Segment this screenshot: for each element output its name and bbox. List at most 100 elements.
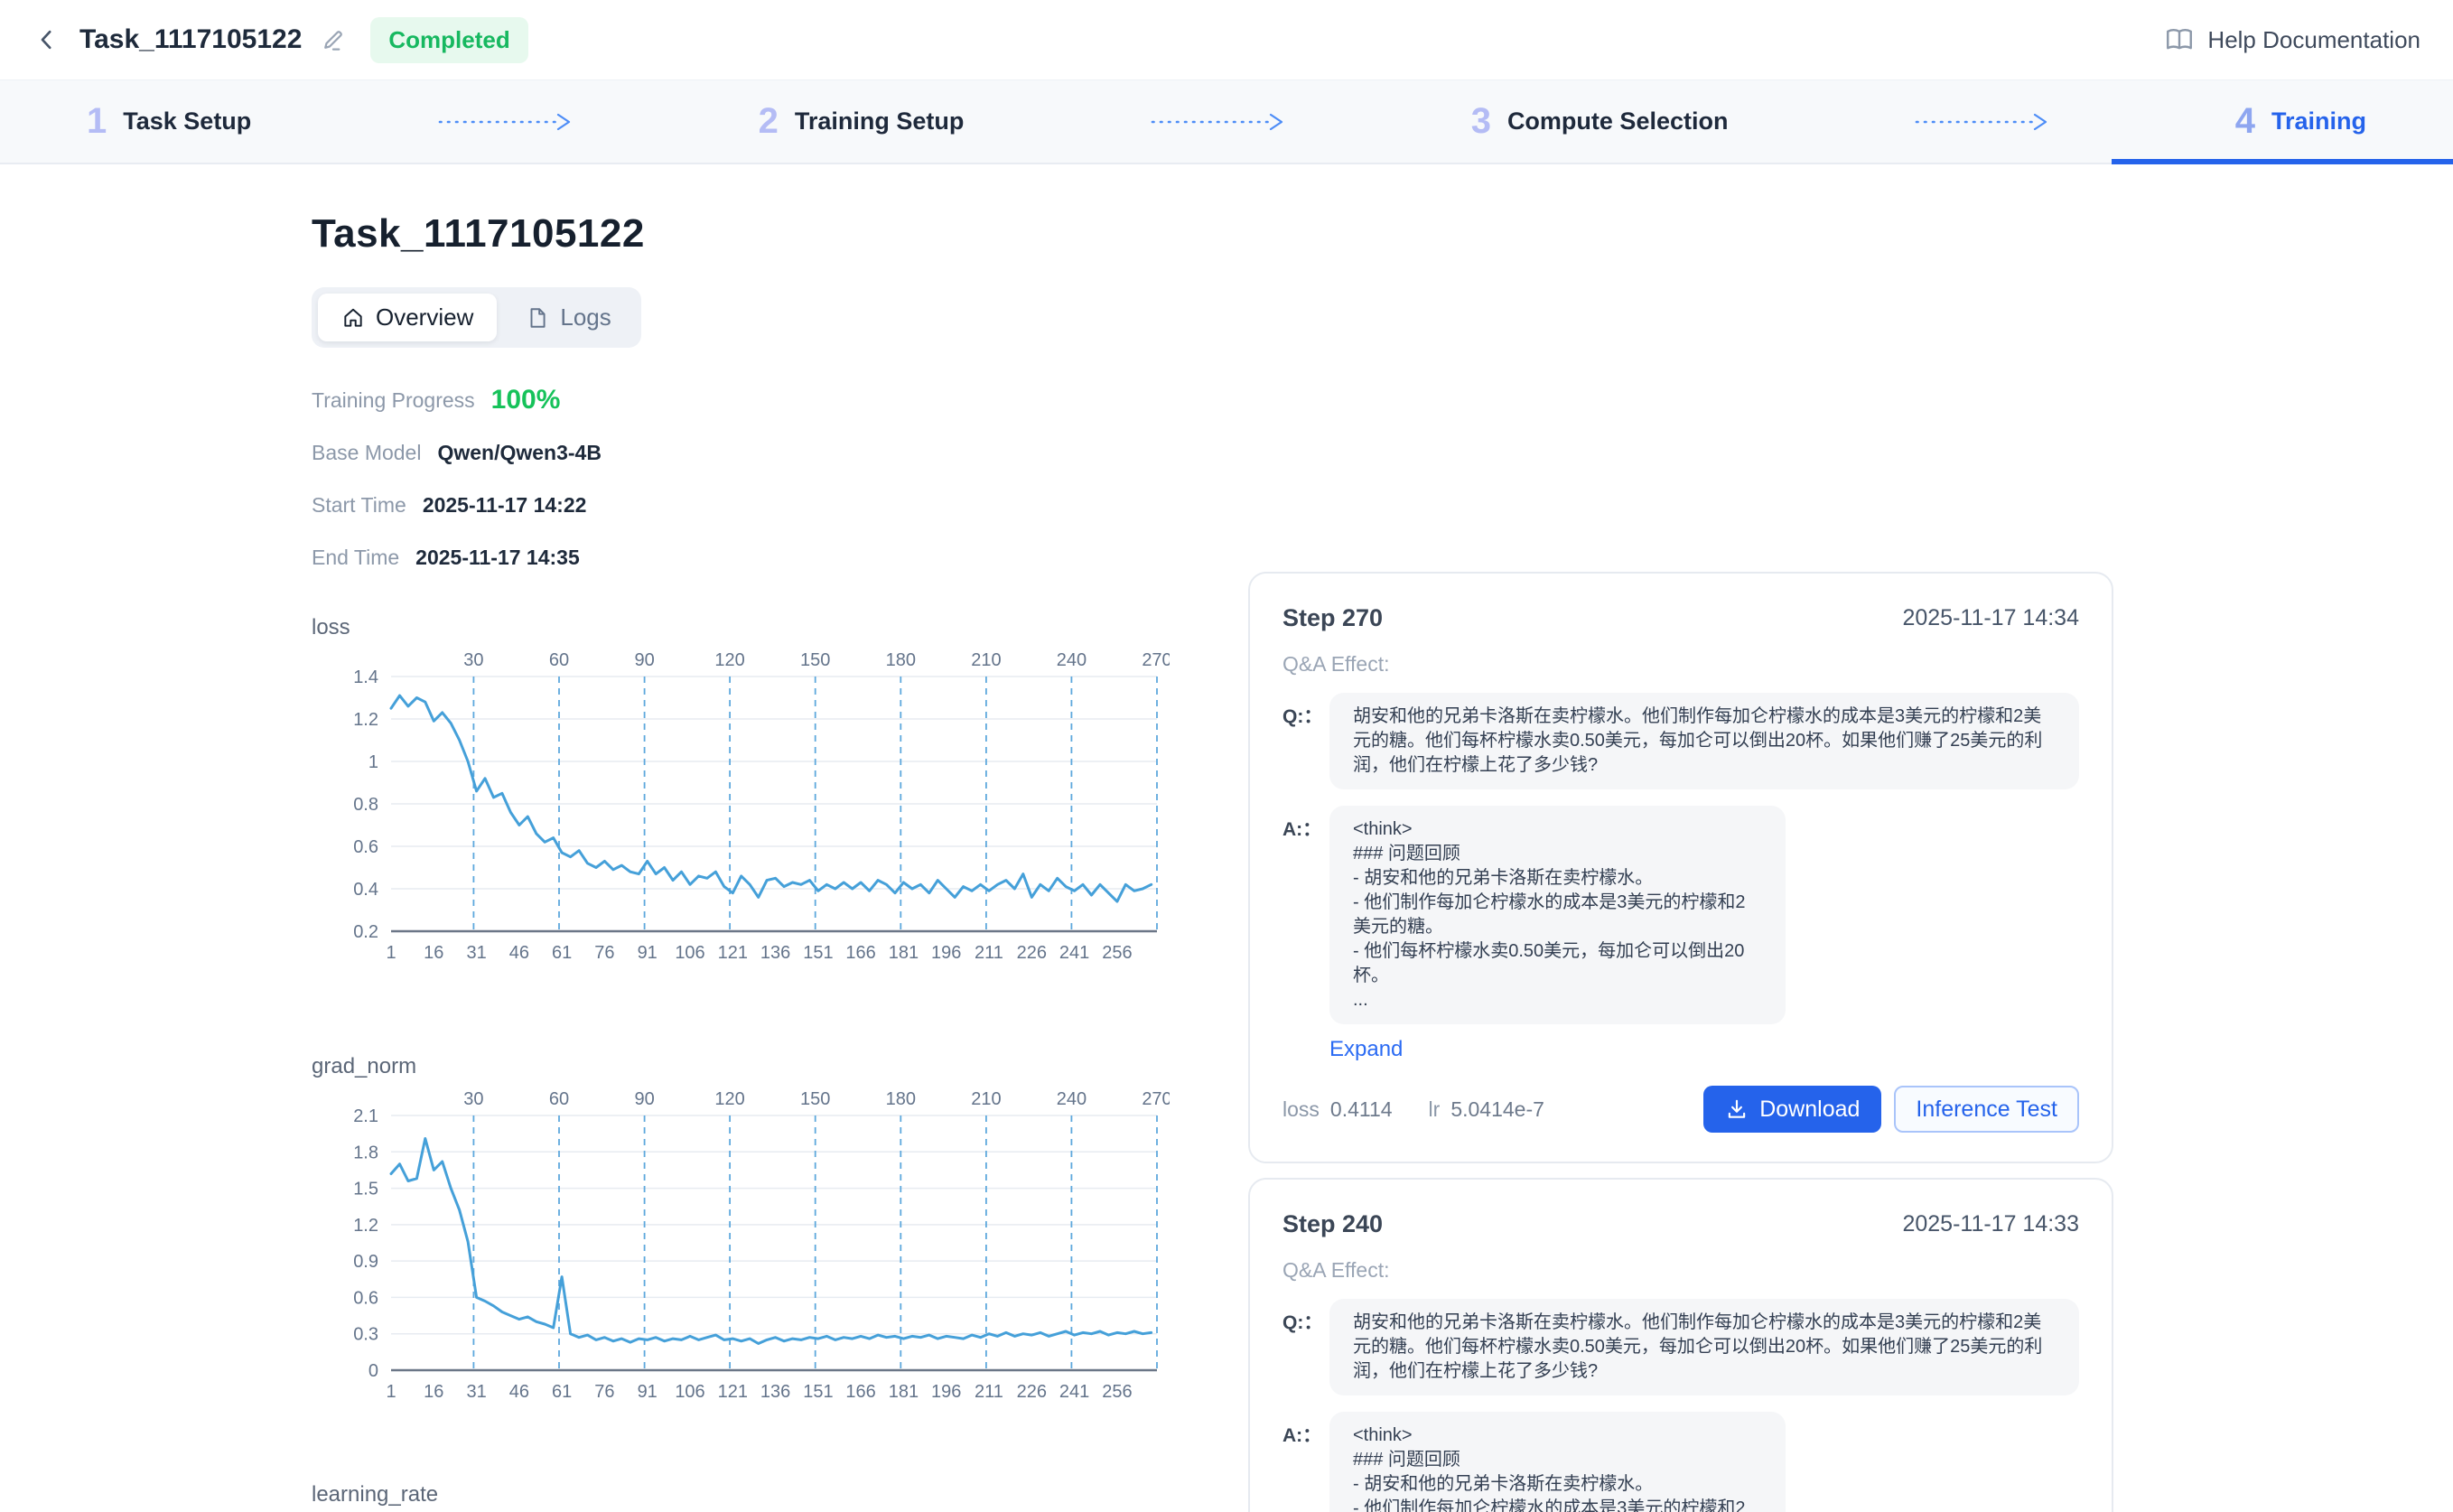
svg-text:121: 121 [718, 1382, 748, 1402]
tab-overview-label: Overview [376, 303, 473, 331]
svg-text:270: 270 [1142, 650, 1170, 670]
step-number: 2 [759, 101, 779, 142]
svg-text:240: 240 [1057, 1089, 1087, 1109]
svg-text:30: 30 [463, 1089, 483, 1109]
grad-norm-chart-title: grad_norm [312, 1054, 1170, 1079]
checkpoint-card-step-270: Step 270 2025-11-17 14:34 Q&A Effect: Q:… [1248, 572, 2113, 1163]
home-icon [341, 306, 365, 330]
svg-text:196: 196 [931, 943, 961, 963]
svg-text:166: 166 [845, 943, 875, 963]
answer-key: A:： [1282, 806, 1329, 842]
lr-metric-value: 5.0414e-7 [1450, 1097, 1544, 1122]
loss-metric-value: 0.4114 [1330, 1097, 1393, 1122]
svg-text:211: 211 [975, 1382, 1003, 1402]
svg-text:46: 46 [509, 943, 529, 963]
step-task-setup[interactable]: 1 Task Setup [87, 101, 251, 142]
svg-text:60: 60 [549, 1089, 569, 1109]
overview-logs-tabs: Overview Logs [312, 287, 641, 348]
svg-text:76: 76 [594, 1382, 614, 1402]
step-label: Compute Selection [1507, 107, 1729, 135]
svg-text:61: 61 [552, 1382, 572, 1402]
qa-effect-label: Q&A Effect: [1282, 1258, 2079, 1283]
start-time-value: 2025-11-17 14:22 [423, 493, 587, 518]
svg-text:181: 181 [889, 943, 919, 963]
loss-chart: 1.41.210.80.60.40.2306090120150180210240… [312, 644, 1170, 971]
back-button[interactable] [27, 20, 67, 60]
svg-text:60: 60 [549, 650, 569, 670]
svg-text:240: 240 [1057, 650, 1087, 670]
tab-logs-label: Logs [560, 303, 611, 331]
svg-text:16: 16 [424, 1382, 443, 1402]
training-progress-value: 100% [491, 385, 561, 415]
svg-text:31: 31 [466, 943, 486, 963]
svg-text:120: 120 [714, 650, 744, 670]
inference-test-button-label: Inference Test [1916, 1097, 2057, 1123]
svg-text:1.2: 1.2 [353, 1216, 378, 1236]
question-key: Q:： [1282, 1299, 1329, 1335]
expand-link[interactable]: Expand [1329, 1037, 1403, 1062]
step-label: Task Setup [123, 107, 251, 135]
svg-text:256: 256 [1102, 943, 1132, 963]
step-number: 4 [2235, 101, 2255, 142]
loss-chart-title: loss [312, 615, 1170, 640]
tab-overview[interactable]: Overview [318, 294, 497, 341]
step-training[interactable]: 4 Training [2235, 101, 2366, 142]
svg-text:181: 181 [889, 1382, 919, 1402]
book-icon [2164, 24, 2195, 55]
svg-text:136: 136 [760, 943, 790, 963]
download-button[interactable]: Download [1703, 1086, 1881, 1133]
download-button-label: Download [1759, 1097, 1860, 1123]
svg-text:150: 150 [800, 1089, 830, 1109]
svg-text:151: 151 [803, 1382, 833, 1402]
svg-text:91: 91 [638, 943, 658, 963]
learning-rate-chart-title: learning_rate [312, 1482, 1170, 1507]
svg-text:1.2: 1.2 [353, 710, 378, 730]
svg-text:1: 1 [386, 1382, 396, 1402]
step-label: Training [2271, 107, 2366, 135]
svg-text:210: 210 [971, 1089, 1001, 1109]
svg-text:241: 241 [1059, 943, 1089, 963]
status-badge: Completed [370, 17, 527, 63]
inference-test-button[interactable]: Inference Test [1894, 1086, 2079, 1133]
svg-text:150: 150 [800, 650, 830, 670]
info-row-start-time: Start Time 2025-11-17 14:22 [312, 489, 1170, 521]
question-bubble: 胡安和他的兄弟卡洛斯在卖柠檬水。他们制作每加仑柠檬水的成本是3美元的柠檬和2美元… [1329, 693, 2079, 789]
question-bubble: 胡安和他的兄弟卡洛斯在卖柠檬水。他们制作每加仑柠檬水的成本是3美元的柠檬和2美元… [1329, 1299, 2079, 1395]
step-compute-selection[interactable]: 3 Compute Selection [1471, 101, 1729, 142]
topbar-task-title: Task_1117105122 [79, 24, 302, 55]
svg-text:2.1: 2.1 [353, 1106, 378, 1126]
svg-text:210: 210 [971, 650, 1001, 670]
svg-text:226: 226 [1017, 943, 1047, 963]
loss-metric-label: loss [1282, 1097, 1320, 1122]
svg-text:180: 180 [886, 1089, 916, 1109]
info-label: Training Progress [312, 388, 475, 413]
svg-text:90: 90 [634, 650, 654, 670]
download-icon [1725, 1097, 1749, 1121]
card-timestamp: 2025-11-17 14:34 [1902, 605, 2079, 631]
svg-text:31: 31 [466, 1382, 486, 1402]
base-model-value: Qwen/Qwen3-4B [437, 441, 601, 465]
active-step-underline [2112, 159, 2453, 164]
step-training-setup[interactable]: 2 Training Setup [759, 101, 965, 142]
svg-text:241: 241 [1059, 1382, 1089, 1402]
svg-text:0.2: 0.2 [353, 922, 378, 942]
svg-text:46: 46 [509, 1382, 529, 1402]
help-documentation-link[interactable]: Help Documentation [2164, 24, 2420, 55]
svg-text:1.5: 1.5 [353, 1180, 378, 1199]
tab-logs[interactable]: Logs [502, 294, 634, 341]
dotted-arrow-icon [1914, 111, 2049, 133]
info-label: Start Time [312, 493, 406, 518]
loss-metric: loss 0.4114 [1282, 1097, 1393, 1122]
svg-text:196: 196 [931, 1382, 961, 1402]
topbar: Task_1117105122 Completed Help Documenta… [0, 0, 2453, 79]
dotted-arrow-icon [437, 111, 573, 133]
lr-metric-label: lr [1429, 1097, 1441, 1122]
svg-text:0.4: 0.4 [353, 880, 378, 900]
edit-task-name-button[interactable] [320, 26, 347, 53]
info-row-end-time: End Time 2025-11-17 14:35 [312, 541, 1170, 574]
info-label: Base Model [312, 441, 421, 465]
svg-text:1.8: 1.8 [353, 1143, 378, 1162]
card-timestamp: 2025-11-17 14:33 [1902, 1211, 2079, 1237]
svg-text:121: 121 [718, 943, 748, 963]
svg-text:61: 61 [552, 943, 572, 963]
